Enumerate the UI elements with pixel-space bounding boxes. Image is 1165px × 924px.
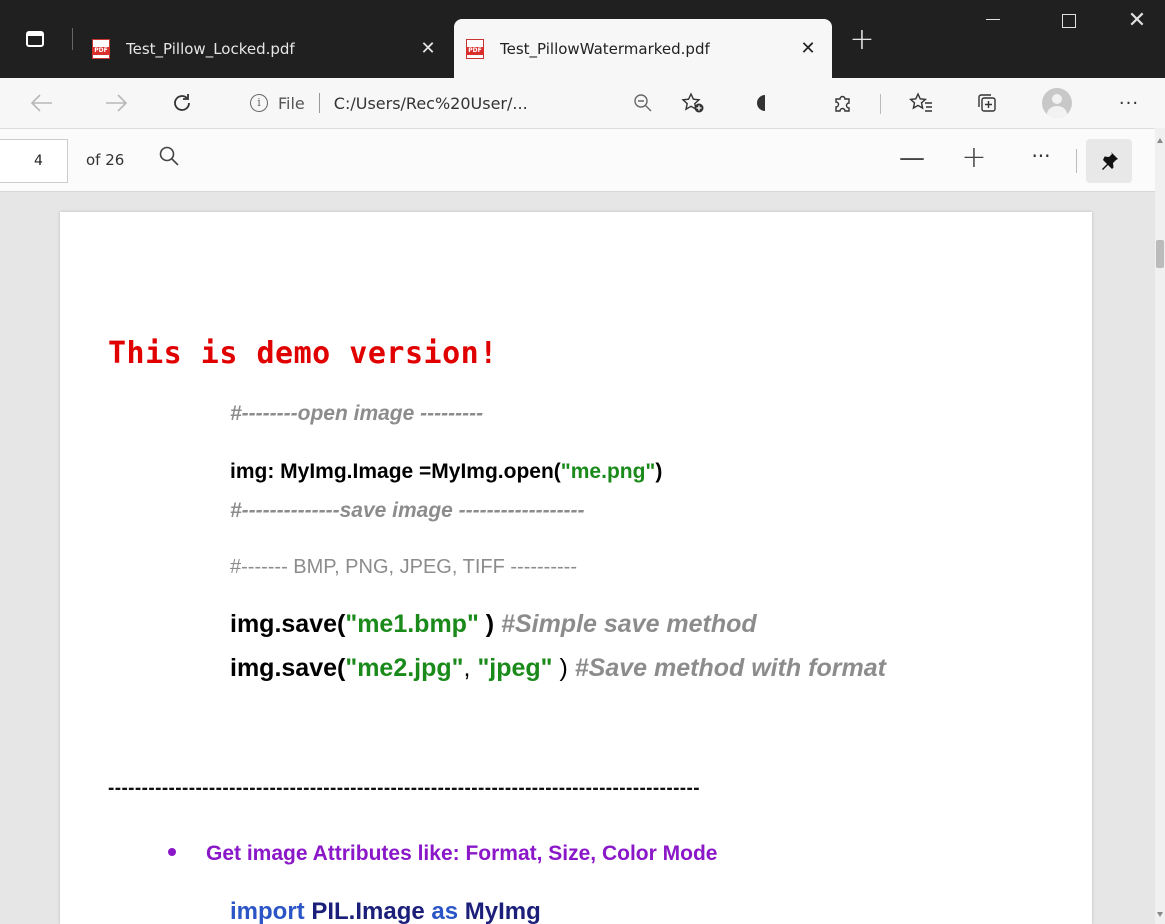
- tab-actions-button[interactable]: [18, 22, 52, 56]
- favorites-button[interactable]: [904, 86, 938, 120]
- minimize-button[interactable]: [964, 0, 1022, 50]
- zoom-out-icon: [634, 94, 652, 112]
- pin-toolbar-button[interactable]: [1086, 139, 1132, 183]
- code-save-line-2: img.save("me2.jpg", "jpeg" ) #Save metho…: [230, 654, 886, 683]
- page-count: of 26: [86, 151, 125, 169]
- contrast-icon: [757, 95, 765, 111]
- tab-divider: [72, 28, 73, 50]
- back-arrow-icon: [31, 94, 52, 112]
- pdf-toolbar-divider: [1076, 149, 1077, 173]
- pdf-page: This is demo version! #--------open imag…: [60, 212, 1092, 924]
- favorites-list-icon: [909, 92, 932, 112]
- refresh-button[interactable]: [162, 84, 202, 122]
- avatar: [1042, 88, 1072, 118]
- demo-watermark: This is demo version!: [108, 336, 498, 371]
- code-text: ,: [463, 654, 478, 682]
- reading-mode-button[interactable]: [748, 86, 782, 120]
- page-number-input[interactable]: 4: [0, 139, 68, 183]
- site-info-icon[interactable]: i: [250, 94, 268, 112]
- settings-more-button[interactable]: ···: [1112, 86, 1146, 120]
- maximize-button[interactable]: [1040, 0, 1098, 50]
- maximize-icon: [1062, 14, 1076, 28]
- pdf-more-options-button[interactable]: ···: [1026, 145, 1056, 175]
- code-text: img.save(: [230, 610, 346, 638]
- code-text: MyImg: [458, 898, 541, 924]
- puzzle-icon: [835, 95, 850, 112]
- more-icon: ···: [1118, 92, 1140, 114]
- bullet-item: Get image Attributes like: Format, Size,…: [168, 842, 717, 866]
- tab-actions-icon: [26, 31, 44, 47]
- tab-title: Test_Pillow_Locked.pdf: [126, 39, 295, 58]
- comment-formats: #------- BMP, PNG, JPEG, TIFF ----------: [230, 556, 577, 578]
- profile-button[interactable]: [1040, 86, 1074, 120]
- toolbar-divider: [880, 94, 881, 114]
- code-text: img.save(: [230, 654, 346, 682]
- tab-title: Test_PillowWatermarked.pdf: [500, 39, 710, 58]
- navigation-bar: i File C:/Users/Rec%20User/... ···: [0, 78, 1165, 128]
- back-button[interactable]: [22, 84, 62, 122]
- scroll-up-arrow-icon[interactable]: [1157, 138, 1163, 143]
- forward-button[interactable]: [96, 84, 136, 122]
- new-tab-button[interactable]: +: [842, 20, 882, 60]
- code-text: PIL.Image: [304, 898, 432, 924]
- code-comment: #Simple save method: [494, 610, 757, 638]
- code-import-line: import PIL.Image as MyImg: [230, 898, 541, 924]
- tab-test-pillow-watermarked[interactable]: Test_PillowWatermarked.pdf ✕: [454, 19, 832, 78]
- string-literal: "me1.bmp": [345, 610, 479, 638]
- code-comment: #Save method with format: [574, 654, 886, 682]
- protocol-label: File: [278, 93, 305, 113]
- pin-icon: [1102, 152, 1118, 170]
- collections-button[interactable]: [970, 86, 1004, 120]
- comment-save-image: #--------------save image --------------…: [230, 499, 585, 522]
- code-text: ): [478, 610, 495, 638]
- string-literal: "jpeg": [477, 654, 553, 682]
- string-literal: "me.png": [560, 460, 656, 483]
- collections-icon: [978, 94, 996, 112]
- more-icon: ···: [1031, 144, 1051, 168]
- url-text[interactable]: C:/Users/Rec%20User/...: [334, 94, 528, 113]
- code-text: ): [655, 460, 663, 483]
- zoom-button[interactable]: [626, 86, 660, 120]
- scrollbar-thumb[interactable]: [1156, 240, 1164, 268]
- pdf-toolbar: 4 of 26 — + ···: [0, 128, 1155, 192]
- tab-test-pillow-locked[interactable]: Test_Pillow_Locked.pdf ✕: [80, 19, 452, 78]
- pdf-zoom-in-button[interactable]: +: [957, 143, 991, 177]
- minimize-icon: [986, 18, 1000, 20]
- star-add-icon: [681, 92, 704, 113]
- pdf-file-icon: [92, 38, 110, 59]
- close-icon: ✕: [1127, 7, 1147, 33]
- code-text: ): [552, 654, 575, 682]
- code-text: img: MyImg.Image =MyImg.open(: [230, 460, 561, 483]
- search-icon: [159, 146, 179, 166]
- comment-open-image: #--------open image ---------: [230, 402, 484, 425]
- add-favorite-button[interactable]: [676, 86, 710, 120]
- code-save-line-1: img.save("me1.bmp" ) #Simple save method: [230, 610, 757, 639]
- extensions-button[interactable]: [826, 86, 860, 120]
- address-divider: [318, 93, 320, 113]
- section-separator: ----------------------------------------…: [108, 778, 700, 799]
- close-tab-icon[interactable]: ✕: [792, 38, 824, 59]
- close-tab-icon[interactable]: ✕: [412, 38, 444, 59]
- keyword: as: [431, 898, 459, 924]
- pdf-search-button[interactable]: [158, 145, 188, 175]
- scroll-down-arrow-icon[interactable]: [1157, 912, 1163, 917]
- pdf-zoom-out-button[interactable]: —: [897, 145, 927, 175]
- bullet-text: Get image Attributes like: Format, Size,…: [206, 842, 718, 865]
- refresh-icon: [174, 94, 190, 111]
- code-open-line: img: MyImg.Image =MyImg.open("me.png"): [230, 460, 662, 484]
- address-bar[interactable]: i File C:/Users/Rec%20User/...: [228, 85, 660, 121]
- string-literal: "me2.jpg": [345, 654, 464, 682]
- tab-strip: Test_Pillow_Locked.pdf ✕ Test_PillowWate…: [0, 0, 1165, 78]
- window-close-button[interactable]: ✕: [1108, 0, 1165, 50]
- plus-icon: +: [961, 140, 987, 175]
- pdf-file-icon: [466, 38, 484, 59]
- minus-icon: —: [899, 143, 925, 173]
- bullet-icon: [168, 848, 176, 857]
- forward-arrow-icon: [106, 94, 127, 112]
- keyword: import: [230, 898, 305, 924]
